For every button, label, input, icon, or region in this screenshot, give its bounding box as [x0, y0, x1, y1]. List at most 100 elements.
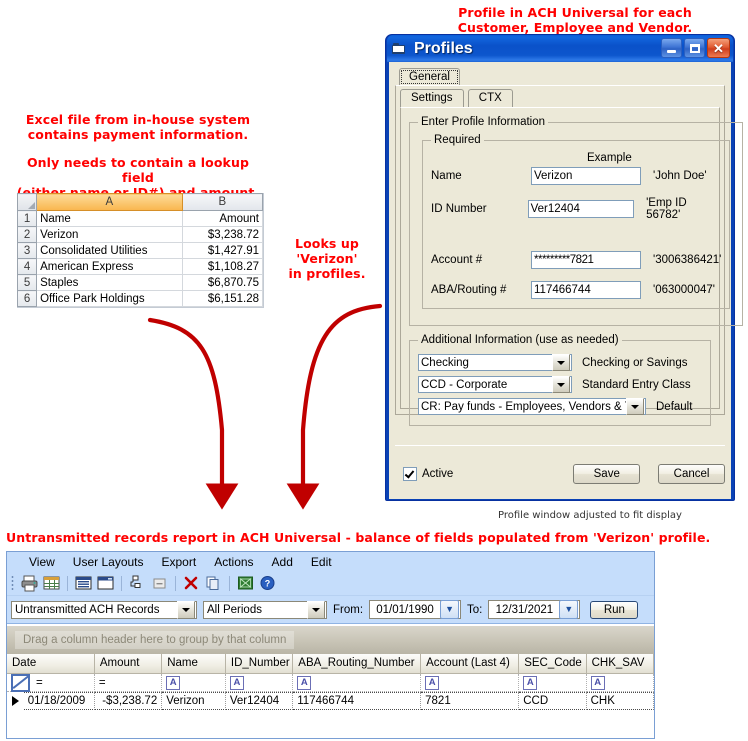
column-header-account-last4[interactable]: Account (Last 4) — [421, 654, 520, 674]
chevron-down-icon[interactable]: ▼ — [440, 600, 460, 619]
minimize-icon[interactable] — [661, 38, 682, 58]
cell-date[interactable]: 01/18/2009 — [23, 692, 95, 710]
excel-column-header-a[interactable]: A — [36, 193, 183, 211]
excel-cell-b3[interactable]: $1,427.91 — [181, 242, 264, 259]
excel-row-header[interactable]: 2 — [16, 226, 38, 243]
table-row[interactable]: 3 Consolidated Utilities $1,427.91 — [16, 242, 264, 259]
default-transaction-select[interactable]: CR: Pay funds - Employees, Vendors & Tax… — [418, 398, 646, 415]
chevron-down-icon[interactable] — [552, 354, 570, 371]
chevron-down-icon[interactable] — [552, 376, 570, 393]
collapse-icon[interactable] — [150, 574, 169, 592]
menu-item-edit[interactable]: Edit — [311, 555, 332, 569]
cell-aba-routing-number[interactable]: 117466744 — [293, 692, 422, 710]
filter-cell-name[interactable]: A — [162, 674, 226, 692]
list-icon[interactable] — [74, 574, 93, 592]
tab-settings[interactable]: Settings — [400, 89, 464, 107]
standard-entry-class-select[interactable]: CCD - Corporate — [418, 376, 572, 393]
cell-amount[interactable]: -$3,238.72 — [94, 692, 163, 710]
chevron-down-icon[interactable] — [177, 600, 195, 619]
filter-cell-id-number[interactable]: A — [225, 674, 294, 692]
tab-general[interactable]: General — [399, 68, 460, 86]
cell-id-number[interactable]: Ver12404 — [225, 692, 294, 710]
column-header-aba-routing-number[interactable]: ABA_Routing_Number — [293, 654, 422, 674]
filter-cell-date[interactable]: = — [7, 673, 95, 692]
excel-spreadsheet[interactable]: A B 1 Name Amount 2 Verizon $3,238.72 3 … — [16, 193, 264, 308]
name-field[interactable]: Verizon — [531, 167, 641, 185]
chevron-down-icon[interactable] — [307, 600, 325, 619]
maximize-icon[interactable] — [684, 38, 705, 58]
excel-row-header[interactable]: 1 — [16, 210, 38, 227]
filter-text-icon[interactable]: A — [297, 675, 312, 690]
filter-cell-aba-routing-number[interactable]: A — [293, 674, 422, 692]
column-header-chk-sav[interactable]: CHK_SAV — [586, 654, 654, 674]
excel-cell-a6[interactable]: Office Park Holdings — [36, 290, 183, 307]
group-by-panel[interactable]: Drag a column header here to group by th… — [7, 626, 654, 654]
menu-item-view[interactable]: View — [29, 555, 55, 569]
excel-export-icon[interactable] — [236, 574, 255, 592]
table-row[interactable]: 01/18/2009 -$3,238.72 Verizon Ver12404 1… — [7, 692, 654, 710]
to-date-picker[interactable]: 12/31/2021 ▼ — [488, 600, 581, 619]
filter-text-icon[interactable]: A — [166, 675, 181, 690]
period-select[interactable]: All Periods — [203, 600, 327, 619]
filter-cell-account-last4[interactable]: A — [421, 674, 520, 692]
table-row[interactable]: 2 Verizon $3,238.72 — [16, 226, 264, 243]
filter-text-icon[interactable]: A — [229, 675, 244, 690]
profiles-titlebar[interactable]: Profiles ✕ — [387, 35, 733, 62]
excel-cell-b5[interactable]: $6,870.75 — [181, 274, 264, 291]
chevron-down-icon[interactable] — [626, 398, 644, 415]
filter-text-icon[interactable]: A — [425, 675, 440, 690]
column-header-sec-code[interactable]: SEC_Code — [519, 654, 587, 674]
excel-row-header[interactable]: 4 — [16, 258, 38, 275]
copy-icon[interactable] — [204, 574, 223, 592]
excel-cell-a5[interactable]: Staples — [36, 274, 183, 291]
help-icon[interactable]: ? — [258, 574, 277, 592]
excel-cell-b1[interactable]: Amount — [181, 210, 264, 227]
aba-routing-field[interactable]: 117466744 — [531, 281, 641, 299]
select-all-icon[interactable] — [16, 193, 38, 211]
filter-cell-amount[interactable]: = — [94, 674, 163, 692]
cancel-button[interactable]: Cancel — [658, 463, 725, 484]
filter-cell-chk-sav[interactable]: A — [586, 674, 654, 692]
cell-name[interactable]: Verizon — [162, 692, 226, 710]
id-number-field[interactable]: Ver12404 — [527, 200, 635, 218]
delete-icon[interactable] — [182, 574, 201, 592]
excel-cell-a4[interactable]: American Express — [36, 258, 183, 275]
tab-ctx[interactable]: CTX — [467, 89, 513, 107]
table-row[interactable]: 6 Office Park Holdings $6,151.28 — [16, 290, 264, 307]
report-type-select[interactable]: Untransmitted ACH Records — [11, 600, 197, 619]
excel-row-header[interactable]: 3 — [16, 242, 38, 259]
account-number-field[interactable]: *********7821 — [531, 251, 641, 269]
column-header-date[interactable]: Date — [7, 654, 95, 674]
cell-chk-sav[interactable]: CHK — [586, 692, 654, 710]
chevron-down-icon[interactable]: ▼ — [559, 600, 579, 619]
filter-text-icon[interactable]: A — [523, 675, 538, 690]
close-icon[interactable]: ✕ — [707, 38, 730, 58]
menu-item-user-layouts[interactable]: User Layouts — [73, 555, 144, 569]
menu-item-actions[interactable]: Actions — [214, 555, 253, 569]
filter-cell-sec-code[interactable]: A — [519, 674, 587, 692]
table-row[interactable]: 4 American Express $1,108.27 — [16, 258, 264, 275]
account-type-select[interactable]: Checking — [418, 354, 572, 371]
excel-column-header-b[interactable]: B — [181, 193, 264, 211]
cell-sec-code[interactable]: CCD — [519, 692, 587, 710]
excel-row-header[interactable]: 6 — [16, 290, 38, 307]
column-header-amount[interactable]: Amount — [94, 654, 163, 674]
table-row[interactable]: 1 Name Amount — [16, 210, 264, 227]
active-checkbox[interactable] — [403, 466, 417, 481]
excel-cell-a3[interactable]: Consolidated Utilities — [36, 242, 183, 259]
filter-text-icon[interactable]: A — [590, 675, 605, 690]
column-header-id-number[interactable]: ID_Number — [225, 654, 294, 674]
column-header-name[interactable]: Name — [162, 654, 226, 674]
from-date-picker[interactable]: 01/01/1990 ▼ — [369, 600, 462, 619]
save-button[interactable]: Save — [573, 463, 641, 484]
excel-cell-b4[interactable]: $1,108.27 — [181, 258, 264, 275]
excel-cell-b6[interactable]: $6,151.28 — [181, 290, 264, 307]
print-icon[interactable] — [20, 574, 39, 592]
toolbar-grip[interactable] — [11, 575, 14, 591]
excel-cell-b2[interactable]: $3,238.72 — [181, 226, 264, 243]
run-button[interactable]: Run — [590, 600, 639, 619]
excel-cell-a2[interactable]: Verizon — [36, 226, 183, 243]
excel-row-header[interactable]: 5 — [16, 274, 38, 291]
menu-item-export[interactable]: Export — [162, 555, 197, 569]
grid-icon[interactable] — [42, 574, 61, 592]
